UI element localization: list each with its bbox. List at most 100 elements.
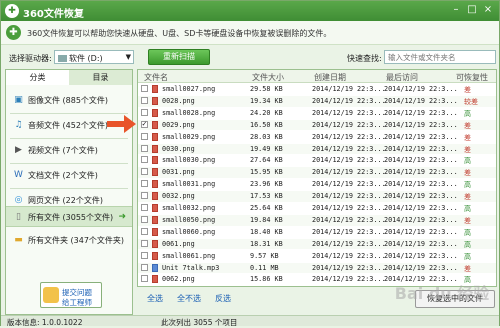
app-logo-icon: ✚	[5, 4, 19, 18]
sidebar-item-documents[interactable]: W 文档文件 (2个文件)	[6, 165, 132, 186]
row-checkbox[interactable]	[141, 96, 148, 104]
window-title: 360文件恢复	[23, 9, 84, 20]
row-checkbox[interactable]	[141, 227, 148, 235]
cell-created: 2014/12/19 22:3...	[312, 144, 386, 153]
feedback-button[interactable]: 提交问题 给工程师	[40, 282, 102, 308]
table-row[interactable]: 0032.png 17.53 KB 2014/12/19 22:3... 2014/1…	[138, 191, 496, 202]
table-row[interactable]: small0027.png 29.58 KB 2014/12/19 22:3... 2…	[138, 84, 496, 95]
row-checkbox[interactable]	[141, 156, 148, 164]
cell-accessed: 2014/12/19 22:3...	[384, 204, 458, 212]
sidebar-item-all-folders[interactable]: ▬ 所有文件夹 (347个文件夹)	[6, 230, 132, 251]
cell-recovery: 差	[464, 216, 471, 225]
file-type-icon	[152, 144, 158, 153]
column-header-recovery[interactable]: 可恢复性	[456, 72, 488, 83]
row-checkbox[interactable]	[141, 192, 148, 200]
sidebar-item-images[interactable]: ▣ 图像文件 (885个文件)	[6, 90, 132, 111]
sidebar-item-all-files[interactable]: ▯ 所有文件 (3055个文件) ➜	[6, 206, 132, 227]
cell-size: 25.64 KB	[250, 204, 283, 212]
cell-accessed: 2014/12/19 22:3...	[384, 180, 458, 189]
cell-name: small0032.png	[162, 204, 216, 212]
table-row[interactable]: 0030.png 19.49 KB 2014/12/19 22:3... 2014/1…	[138, 143, 496, 155]
file-list: 文件名 文件大小 创建日期 最后访问 可恢复性 small0027.png 29.…	[137, 69, 497, 287]
cell-size: 19.49 KB	[250, 144, 283, 153]
divider	[10, 188, 128, 189]
cell-name: small0029.png	[162, 132, 216, 141]
cell-created: 2014/12/19 22:3...	[312, 275, 386, 284]
cell-size: 9.57 KB	[250, 251, 279, 260]
cell-name: 0029.png	[162, 120, 195, 129]
drive-select[interactable]: 软件 (D:) ▼	[54, 50, 134, 64]
row-checkbox[interactable]	[141, 180, 148, 188]
table-row[interactable]: small0050.png 19.84 KB 2014/12/19 22:3... 2…	[138, 214, 496, 226]
table-row[interactable]: Unit 7talk.mp3 0.11 MB 2014/12/19 22:3... 2…	[138, 262, 496, 274]
row-checkbox[interactable]	[141, 215, 148, 223]
tab-category[interactable]: 分类	[6, 70, 69, 85]
close-button[interactable]: ×	[481, 4, 495, 17]
cell-recovery: 高	[464, 252, 471, 261]
table-row[interactable]: small0028.png 24.20 KB 2014/12/19 22:3... 2…	[138, 108, 496, 119]
file-type-icon	[152, 192, 158, 201]
cell-created: 2014/12/19 22:3...	[312, 263, 386, 272]
select-all-link[interactable]: 全选	[147, 293, 163, 304]
tab-directory[interactable]: 目录	[69, 70, 132, 85]
cell-name: small0061.png	[162, 251, 216, 260]
cell-created: 2014/12/19 22:3...	[312, 251, 386, 260]
feedback-line2: 给工程师	[62, 298, 92, 307]
row-checkbox[interactable]	[141, 168, 148, 176]
cell-created: 2014/12/19 22:3...	[312, 204, 386, 212]
file-type-icon	[152, 227, 158, 236]
column-header-size[interactable]: 文件大小	[252, 72, 284, 83]
cell-size: 15.86 KB	[250, 275, 283, 284]
cell-created: 2014/12/19 22:3...	[312, 156, 386, 165]
cell-size: 27.64 KB	[250, 156, 283, 165]
file-type-icon	[152, 168, 158, 177]
row-checkbox[interactable]: ✓	[141, 119, 148, 128]
row-checkbox[interactable]	[141, 275, 148, 283]
cell-accessed: 2014/12/19 22:3...	[384, 239, 458, 248]
row-checkbox[interactable]	[141, 263, 148, 271]
cell-recovery: 较差	[464, 97, 478, 106]
cell-recovery: 差	[464, 193, 471, 202]
table-row[interactable]: small0030.png 27.64 KB 2014/12/19 22:3... 2…	[138, 155, 496, 166]
minimize-button[interactable]: –	[449, 4, 463, 17]
table-row[interactable]: 0031.png 15.95 KB 2014/12/19 22:3... 2014/1…	[138, 167, 496, 179]
table-row[interactable]: small0060.png 18.40 KB 2014/12/19 22:3... 2…	[138, 227, 496, 238]
file-type-icon	[152, 96, 158, 105]
maximize-button[interactable]: □	[465, 4, 479, 17]
rescan-button[interactable]: 重新扫描	[148, 49, 210, 65]
table-row[interactable]: small0061.png 9.57 KB 2014/12/19 22:3... 20…	[138, 251, 496, 262]
sidebar-item-video[interactable]: ▶ 视频文件 (7个文件)	[6, 140, 132, 161]
cell-accessed: 2014/12/19 22:3...	[384, 96, 458, 105]
row-checkbox[interactable]	[141, 239, 148, 247]
row-checkbox[interactable]	[141, 108, 148, 116]
table-row[interactable]: 0028.png 19.34 KB 2014/12/19 22:3... 2014/1…	[138, 95, 496, 107]
table-row[interactable]: small0032.png 25.64 KB 2014/12/19 22:3... 2…	[138, 203, 496, 214]
file-type-icon	[152, 180, 158, 189]
row-checkbox[interactable]	[141, 251, 148, 259]
column-header-created[interactable]: 创建日期	[314, 72, 346, 83]
table-row[interactable]: small0029.png 28.03 KB 2014/12/19 22:3... 2…	[138, 132, 496, 143]
title-bar[interactable]: ✚ 360文件恢复 – □ ×	[1, 1, 499, 21]
column-header-accessed[interactable]: 最后访问	[386, 72, 418, 83]
select-none-link[interactable]: 全不选	[177, 293, 201, 304]
music-note-icon: ♫	[14, 120, 23, 130]
file-type-icon	[152, 85, 158, 93]
drive-label: 选择驱动器:	[9, 54, 52, 63]
item-count: 此次列出 3055 个项目	[161, 318, 238, 327]
row-checkbox[interactable]	[141, 204, 148, 211]
row-checkbox[interactable]	[141, 85, 148, 92]
table-row[interactable]: ✓ 0029.png 16.50 KB 2014/12/19 22:3... 2014/…	[138, 119, 496, 131]
table-row[interactable]: 0061.png 18.31 KB 2014/12/19 22:3... 2014/1…	[138, 238, 496, 250]
file-type-icon	[152, 251, 158, 260]
search-input[interactable]	[384, 50, 496, 64]
row-checkbox[interactable]	[141, 144, 148, 152]
cell-created: 2014/12/19 22:3...	[312, 132, 386, 141]
invert-selection-link[interactable]: 反选	[215, 293, 231, 304]
row-checkbox[interactable]	[141, 132, 148, 140]
table-row[interactable]: small0031.png 23.96 KB 2014/12/19 22:3... 2…	[138, 179, 496, 190]
cell-size: 23.96 KB	[250, 180, 283, 189]
cell-recovery: 高	[464, 228, 471, 237]
column-header-name[interactable]: 文件名	[144, 72, 168, 83]
sidebar-item-label: 音频文件 (452个文件)	[28, 121, 109, 130]
cell-created: 2014/12/19 22:3...	[312, 96, 386, 105]
